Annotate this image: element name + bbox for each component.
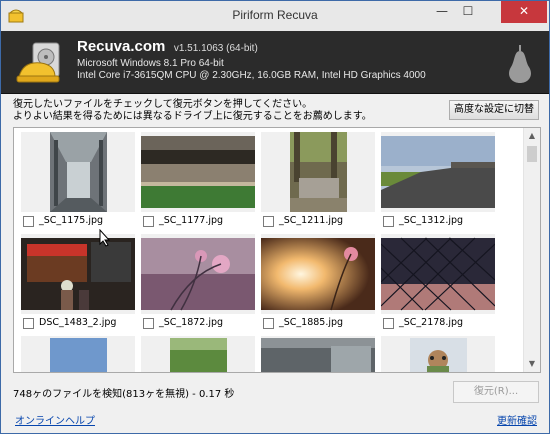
file-checkbox[interactable]: [383, 318, 394, 329]
os-info: Microsoft Windows 8.1 Pro 64-bit: [77, 58, 224, 69]
recover-button[interactable]: 復元(R)...: [453, 381, 539, 403]
app-version: v1.51.1063 (64-bit): [173, 43, 258, 54]
app-name: Recuva.com: [77, 38, 166, 55]
file-item[interactable]: _SC_1885.jpg: [261, 234, 379, 331]
file-thumbnail[interactable]: [381, 336, 495, 372]
file-item[interactable]: [261, 336, 379, 372]
file-thumbnail[interactable]: [21, 234, 135, 314]
file-checkbox[interactable]: [263, 318, 274, 329]
file-item[interactable]: [141, 336, 259, 372]
instructions: 復元したいファイルをチェックして復元ボタンを押してください。 よりよい結果を得る…: [13, 99, 372, 123]
online-help-link[interactable]: オンラインヘルプ: [15, 412, 95, 427]
file-thumbnail[interactable]: [141, 234, 255, 314]
system-info: Microsoft Windows 8.1 Pro 64-bit Intel C…: [77, 58, 426, 82]
check-updates-link[interactable]: 更新確認: [497, 412, 537, 427]
file-item[interactable]: DSC_1483_2.jpg: [21, 234, 139, 331]
recuva-window: Piriform Recuva — ☐ ✕ Recuva.com v1.51.1…: [0, 0, 550, 434]
file-item[interactable]: _SC_1175.jpg: [21, 132, 139, 229]
file-item[interactable]: [381, 336, 499, 372]
app-header: Recuva.com v1.51.1063 (64-bit) Microsoft…: [1, 31, 549, 94]
file-checkbox[interactable]: [23, 216, 34, 227]
file-thumbnail[interactable]: [381, 132, 495, 212]
maximize-button[interactable]: ☐: [455, 1, 481, 23]
file-name: _SC_1175.jpg: [39, 215, 104, 226]
scroll-up-arrow-icon[interactable]: ▲: [524, 128, 540, 144]
file-checkbox[interactable]: [23, 318, 34, 329]
file-name: DSC_1483_2.jpg: [39, 317, 117, 328]
file-thumbnail[interactable]: [381, 234, 495, 314]
instruction-line-1: 復元したいファイルをチェックして復元ボタンを押してください。: [13, 99, 313, 110]
instruction-line-2: よりよい結果を得るためには異なるドライブ上に復元することをお薦めします。: [13, 111, 372, 122]
file-thumbnail[interactable]: [21, 336, 135, 372]
app-suffix: .com: [130, 38, 166, 55]
file-name: _SC_1872.jpg: [159, 317, 224, 328]
file-thumbnail[interactable]: [261, 132, 375, 212]
file-name: _SC_1177.jpg: [159, 215, 224, 226]
file-name: _SC_1885.jpg: [279, 317, 344, 328]
file-checkbox[interactable]: [143, 216, 154, 227]
mouse-cursor-icon: [99, 229, 111, 247]
file-name: _SC_1312.jpg: [399, 215, 464, 226]
vertical-scrollbar[interactable]: ▲ ▼: [523, 128, 540, 372]
file-checkbox[interactable]: [143, 318, 154, 329]
brand: Recuva.com v1.51.1063 (64-bit): [77, 38, 258, 56]
piriform-pear-icon: [509, 45, 531, 83]
scroll-thumb[interactable]: [527, 146, 537, 162]
file-item[interactable]: _SC_2178.jpg: [381, 234, 499, 331]
file-item[interactable]: _SC_1211.jpg: [261, 132, 379, 229]
file-checkbox[interactable]: [383, 216, 394, 227]
advanced-mode-button[interactable]: 高度な設定に切替: [449, 100, 539, 120]
thumbnail-pane[interactable]: _SC_1175.jpg _SC_1177.jpg _SC_1211.jpg _…: [13, 127, 541, 373]
file-item[interactable]: [21, 336, 139, 372]
file-thumbnail[interactable]: [21, 132, 135, 212]
file-thumbnail[interactable]: [261, 234, 375, 314]
title-bar[interactable]: Piriform Recuva — ☐ ✕: [1, 1, 549, 31]
file-thumbnail[interactable]: [141, 132, 255, 212]
file-thumbnail[interactable]: [261, 336, 375, 372]
file-item[interactable]: _SC_1312.jpg: [381, 132, 499, 229]
scroll-down-arrow-icon[interactable]: ▼: [524, 356, 540, 372]
file-thumbnail[interactable]: [141, 336, 255, 372]
status-text: 748ヶのファイルを検知(813ヶを無視) - 0.17 秒: [13, 389, 235, 400]
hardware-info: Intel Core i7-3615QM CPU @ 2.30GHz, 16.0…: [77, 70, 426, 81]
file-name: _SC_1211.jpg: [279, 215, 344, 226]
file-item[interactable]: _SC_1872.jpg: [141, 234, 259, 331]
recuva-logo-icon: [16, 42, 60, 83]
file-name: _SC_2178.jpg: [399, 317, 464, 328]
minimize-button[interactable]: —: [429, 1, 455, 23]
close-button[interactable]: ✕: [501, 1, 547, 23]
file-checkbox[interactable]: [263, 216, 274, 227]
file-item[interactable]: _SC_1177.jpg: [141, 132, 259, 229]
